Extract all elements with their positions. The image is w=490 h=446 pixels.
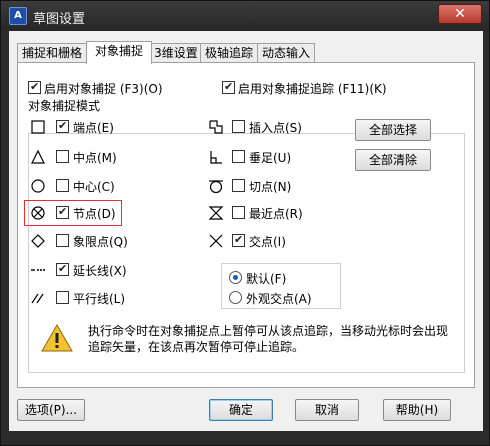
perpendicular-label: 垂足(U) [249,151,292,165]
parallel-icon [31,293,44,304]
tab-snap-grid[interactable]: 捕捉和栅格 [17,43,87,63]
node-icon [31,206,45,220]
node-label: 节点(D) [73,207,116,221]
tab-object-snap[interactable]: 对象捕捉 [86,41,152,64]
warning-icon [41,323,73,352]
ok-button[interactable]: 确定 [209,399,273,421]
quadrant-diamond-icon [31,234,45,248]
enable-osnap-checkbox[interactable] [28,80,41,94]
parallel-checkbox[interactable] [56,291,69,304]
title-bar: A 草图设置 ✕ [1,1,489,31]
parallel-label: 平行线(L) [73,292,126,306]
endpoint-checkbox[interactable] [56,119,69,133]
nearest-label: 最近点(R) [249,207,303,221]
object-snap-panel: 启用对象捕捉 (F3)(O) 启用对象捕捉追踪 (F11)(K) 对象捕捉模式 … [17,62,475,388]
radio-apparent-label: 外观交点(A) [246,292,312,306]
tangent-label: 切点(N) [249,180,292,194]
nearest-icon [208,206,224,220]
cancel-button[interactable]: 取消 [295,399,359,421]
midpoint-label: 中点(M) [73,151,117,165]
tab-3d-settings[interactable]: 3维设置 [151,43,201,63]
center-label: 中心(C) [73,180,115,194]
dialog-client: 捕捉和栅格 对象捕捉 3维设置 极轴追踪 动态输入 启用对象捕捉 (F3)(O)… [9,31,483,431]
center-circle-icon [31,179,45,193]
radio-default-label: 默认(F) [246,272,287,286]
enable-tracking-checkbox[interactable] [222,80,235,94]
radio-apparent[interactable] [229,291,242,304]
perpendicular-checkbox[interactable] [232,150,245,163]
enable-osnap-label: 启用对象捕捉 (F3)(O) [44,82,163,96]
insert-label: 插入点(S) [249,121,302,135]
tab-dynamic-input[interactable]: 动态输入 [257,43,315,63]
intersection-icon [209,234,223,248]
tangent-checkbox[interactable] [232,179,245,192]
intersection-label: 交点(I) [249,235,286,249]
extension-icon [31,269,45,271]
app-icon: A [9,7,27,25]
intersection-checkbox[interactable] [232,233,245,247]
node-checkbox[interactable] [56,205,69,219]
midpoint-triangle-icon [31,149,45,164]
radio-default[interactable] [229,271,242,284]
select-all-button[interactable]: 全部选择 [355,119,431,141]
endpoint-square-icon [31,120,45,134]
center-checkbox[interactable] [56,179,69,192]
quadrant-checkbox[interactable] [56,234,69,247]
quadrant-label: 象限点(Q) [73,235,128,249]
extension-label: 延长线(X) [73,264,127,278]
group-title: 对象捕捉模式 [26,97,103,114]
warning-message: 执行命令时在对象捕捉点上暂停可从该点追踪，当移动光标时会出现追踪矢量，在该点再次… [88,324,449,354]
options-button[interactable]: 选项(P)... [17,399,85,421]
insert-checkbox[interactable] [232,120,245,133]
window-title: 草图设置 [33,12,86,27]
insert-icon [209,120,223,134]
endpoint-label: 端点(E) [73,121,114,135]
clear-all-button[interactable]: 全部清除 [355,149,431,171]
midpoint-checkbox[interactable] [56,150,69,163]
nearest-checkbox[interactable] [232,206,245,219]
tangent-icon [209,180,223,194]
perpendicular-icon [210,151,222,164]
sketch-settings-dialog: A 草图设置 ✕ 捕捉和栅格 对象捕捉 3维设置 极轴追踪 动态输入 启用对象捕… [0,0,490,446]
help-button[interactable]: 帮助(H) [383,399,451,421]
enable-tracking-label: 启用对象捕捉追踪 (F11)(K) [238,82,387,96]
close-button[interactable]: ✕ [438,4,482,24]
tab-polar-tracking[interactable]: 极轴追踪 [200,43,258,63]
extension-checkbox[interactable] [56,262,69,276]
